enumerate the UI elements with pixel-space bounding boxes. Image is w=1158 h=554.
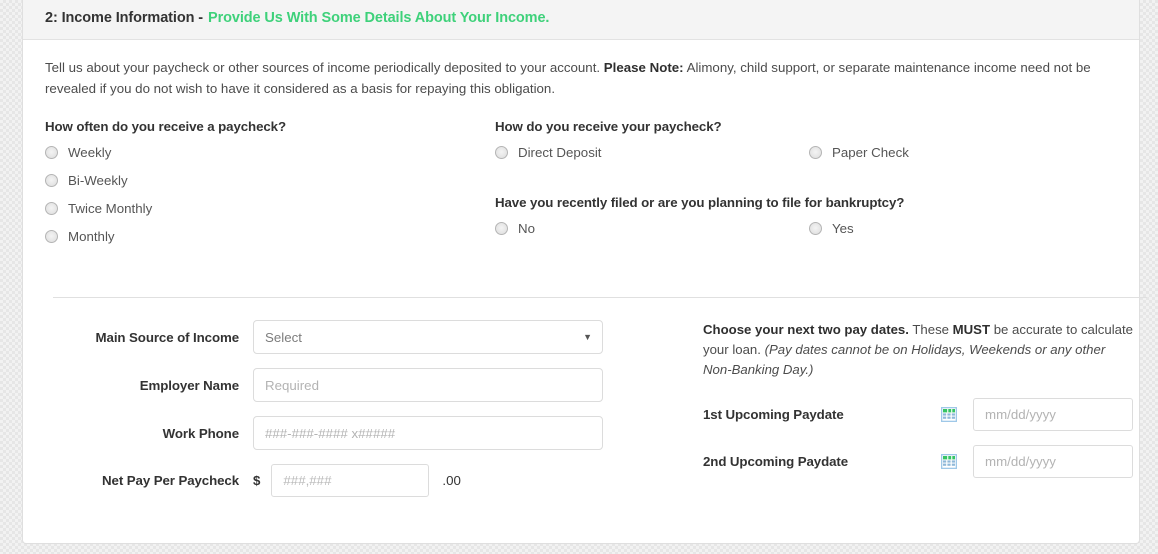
method-options-row: Direct Deposit Paper Check: [495, 145, 1115, 173]
main-source-select[interactable]: Select ▼: [253, 320, 603, 355]
radio-option-bi-weekly[interactable]: Bi-Weekly: [45, 173, 485, 188]
paydate-row-2: 2nd Upcoming Paydate: [703, 444, 1158, 478]
radio-label: No: [518, 221, 535, 237]
radio-icon[interactable]: [45, 202, 58, 216]
radio-label: Yes: [832, 221, 854, 237]
chevron-down-icon: ▼: [583, 331, 592, 342]
main-source-label: Main Source of Income: [95, 329, 240, 345]
radio-option-weekly[interactable]: Weekly: [45, 145, 485, 160]
field-row-employer-name: Employer Name: [45, 368, 645, 403]
net-pay-label: Net Pay Per Paycheck: [102, 473, 239, 489]
income-details-left-column: Main Source of Income Select ▼ Employer …: [45, 320, 645, 511]
section-divider: [53, 297, 1147, 299]
question-paycheck-method: How do you receive your paycheck? Direct…: [495, 119, 1115, 173]
main-source-control: Select ▼: [253, 320, 603, 355]
radio-label: Bi-Weekly: [68, 173, 128, 189]
radio-label: Twice Monthly: [68, 201, 153, 217]
page-title: 2: Income Information -: [45, 9, 204, 26]
bankruptcy-options-row: No Yes: [495, 221, 1115, 249]
question-method-title: How do you receive your paycheck?: [495, 119, 722, 135]
work-phone-control: [253, 416, 603, 451]
question-bankruptcy-title: Have you recently filed or are you plann…: [495, 195, 905, 211]
currency-symbol: $: [253, 473, 261, 489]
radio-icon[interactable]: [495, 222, 508, 236]
radio-icon[interactable]: [809, 146, 822, 160]
radio-questions-region: How often do you receive a paycheck? Wee…: [45, 119, 1117, 291]
page-background: 2: Income Information - Provide Us With …: [0, 0, 1158, 554]
paydates-instruction: Choose your next two pay dates. These MU…: [703, 320, 1135, 379]
employer-name-control: [253, 368, 603, 403]
field-row-work-phone: Work Phone: [45, 416, 645, 451]
paydate-row-1: 1st Upcoming Paydate: [703, 397, 1158, 431]
work-phone-input[interactable]: [253, 416, 603, 451]
main-source-selected-value: Select: [265, 329, 302, 345]
paydates-instruction-mid1: These: [908, 322, 953, 338]
question-frequency-title: How often do you receive a paycheck?: [45, 119, 286, 135]
radio-label: Monthly: [68, 229, 115, 245]
net-pay-control: $ .00: [253, 464, 461, 498]
field-row-net-pay: Net Pay Per Paycheck $ .00: [45, 464, 645, 498]
paydate-1-input[interactable]: [973, 397, 1133, 431]
radio-option-monthly[interactable]: Monthly: [45, 229, 485, 244]
radio-icon[interactable]: [45, 174, 58, 188]
paydate-1-label: 1st Upcoming Paydate: [703, 406, 844, 422]
question-bankruptcy: Have you recently filed or are you plann…: [495, 195, 1115, 249]
work-phone-label: Work Phone: [162, 425, 239, 441]
field-row-main-source: Main Source of Income Select ▼: [45, 320, 645, 355]
radio-label: Paper Check: [832, 145, 909, 161]
paydate-2-label: 2nd Upcoming Paydate: [703, 453, 849, 469]
calendar-icon[interactable]: [941, 406, 957, 422]
radio-icon[interactable]: [809, 222, 822, 236]
net-pay-cents-suffix: .00: [442, 473, 461, 489]
net-pay-input[interactable]: [271, 464, 430, 498]
intro-text-part1: Tell us about your paycheck or other sou…: [45, 60, 604, 75]
calendar-icon[interactable]: [941, 453, 957, 469]
panel-body: Tell us about your paycheck or other sou…: [23, 40, 1147, 520]
radio-label: Weekly: [68, 145, 112, 161]
paydates-instruction-bold: Choose your next two pay dates.: [703, 322, 909, 338]
income-information-panel: 2: Income Information - Provide Us With …: [22, 0, 1147, 544]
paydate-2-input[interactable]: [973, 444, 1133, 478]
panel-header: 2: Income Information - Provide Us With …: [23, 0, 1139, 40]
radio-option-bankruptcy-yes[interactable]: Yes: [809, 221, 854, 236]
radio-option-twice-monthly[interactable]: Twice Monthly: [45, 201, 485, 216]
employer-name-label: Employer Name: [139, 377, 239, 393]
question-paycheck-frequency: How often do you receive a paycheck? Wee…: [45, 119, 485, 257]
intro-note-label: Please Note:: [603, 60, 684, 75]
radio-icon[interactable]: [495, 146, 508, 160]
radio-option-direct-deposit[interactable]: Direct Deposit: [495, 145, 809, 160]
employer-name-input[interactable]: [253, 368, 603, 403]
radio-icon[interactable]: [45, 146, 58, 160]
radio-option-bankruptcy-no[interactable]: No: [495, 221, 809, 236]
income-details-region: Main Source of Income Select ▼ Employer …: [45, 320, 1133, 520]
radio-icon[interactable]: [45, 230, 58, 244]
intro-paragraph: Tell us about your paycheck or other sou…: [45, 58, 1107, 99]
radio-option-paper-check[interactable]: Paper Check: [809, 145, 909, 160]
page-subtitle: Provide Us With Some Details About Your …: [208, 9, 550, 26]
radio-label: Direct Deposit: [518, 145, 602, 161]
paydates-instruction-must: MUST: [952, 322, 991, 338]
paydates-column: Choose your next two pay dates. These MU…: [703, 320, 1158, 491]
